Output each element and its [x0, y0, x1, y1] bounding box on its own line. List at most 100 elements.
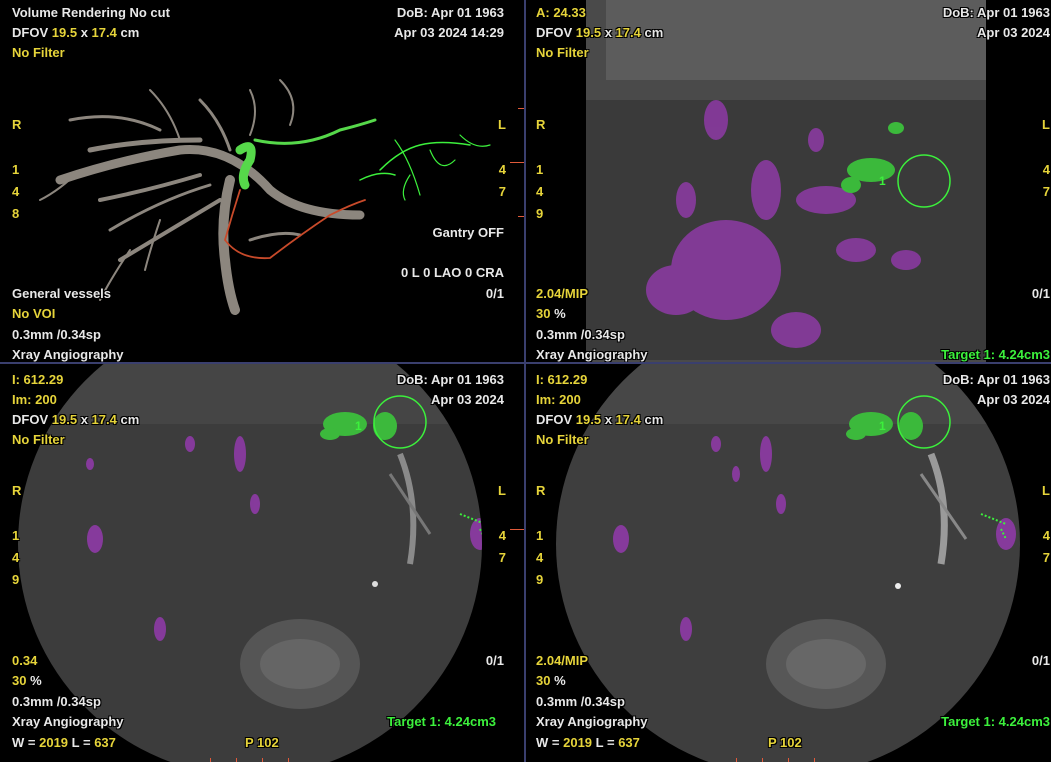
viewport-volume-rendering[interactable]: Volume Rendering No cut DFOV 19.5 x 17.4… — [0, 0, 524, 380]
slice-spacing: 0.3mm /0.34sp — [536, 327, 625, 342]
viewport-axial-slice[interactable]: 1 I: 612.29 Im: 200 DFOV 19.5 x 17.4 cm … — [0, 364, 524, 762]
scale-num-2: 4 — [536, 184, 544, 199]
scale-num-2: 4 — [536, 550, 544, 565]
orientation-left: L — [1042, 483, 1050, 498]
study-date: Apr 03 2024 — [977, 25, 1050, 40]
study-date: Apr 03 2024 — [431, 392, 504, 407]
scale-num-r1: 4 — [498, 162, 506, 177]
view-title: Volume Rendering No cut — [12, 5, 170, 20]
dfov-unit: cm — [644, 412, 664, 427]
slab-thickness: 2.04/MIP — [536, 286, 589, 301]
scale-num-r2: 7 — [1042, 550, 1050, 565]
percent-unit: % — [554, 306, 566, 321]
scale-num-1: 1 — [12, 528, 20, 543]
im-value: 200 — [35, 392, 57, 407]
dfov-unit: cm — [120, 25, 140, 40]
volume-rendering-image[interactable] — [0, 0, 524, 380]
intensity-header: I: 612.29 — [536, 372, 588, 387]
ruler-tick — [510, 162, 524, 163]
window-value: 2019 — [563, 735, 593, 750]
scale-num-3: 8 — [12, 206, 20, 221]
dfov-sep: x — [80, 412, 88, 427]
viewport-divider-horizontal[interactable] — [0, 362, 1051, 364]
im-label: Im: — [536, 392, 556, 407]
percent-value: 30 — [12, 673, 27, 688]
orientation-right: R — [536, 117, 546, 132]
orientation-left: L — [498, 117, 506, 132]
dfov-readout: DFOV 19.5 x 17.4 cm — [12, 23, 139, 43]
image-number: Im: 200 — [12, 390, 57, 410]
ruler-tick — [288, 758, 289, 762]
patient-dob: DoB: Apr 01 1963 — [942, 372, 1050, 387]
level-label: L = — [71, 735, 91, 750]
scale-num-2: 4 — [12, 550, 20, 565]
scale-num-r1: 4 — [1042, 162, 1050, 177]
study-date: Apr 03 2024 — [977, 392, 1050, 407]
scale-num-3: 9 — [536, 206, 544, 221]
frame-counter: 0/1 — [485, 653, 504, 668]
scale-num-1: 1 — [12, 162, 20, 177]
scale-num-r2: 7 — [498, 184, 506, 199]
level-value: 637 — [618, 735, 640, 750]
ruler-tick — [210, 758, 211, 762]
percent-unit: % — [554, 673, 566, 688]
dfov-sep: x — [80, 25, 88, 40]
scale-num-2: 4 — [12, 184, 20, 199]
filter-status: No Filter — [536, 45, 589, 60]
target-volume: Target 1: 4.24cm3 — [387, 714, 496, 729]
dfov-width: 19.5 — [51, 25, 78, 40]
scale-num-r1: 4 — [498, 528, 506, 543]
viewport-axial-mip[interactable]: 1 I: 612.29 Im: 200 DFOV 19.5 x 17.4 cm … — [526, 364, 1050, 762]
ruler-tick — [236, 758, 237, 762]
study-date: Apr 03 2024 14:29 — [394, 25, 504, 40]
target-volume: Target 1: 4.24cm3 — [941, 714, 1050, 729]
orientation-right: R — [12, 483, 22, 498]
scale-num-r1: 4 — [1042, 528, 1050, 543]
dfov-width: 19.5 — [575, 412, 602, 427]
dfov-height: 17.4 — [615, 412, 641, 427]
protocol-name: General vessels — [12, 286, 112, 301]
dfov-height: 17.4 — [91, 25, 117, 40]
filter-status: No Filter — [536, 432, 589, 447]
percent-value: 30 — [536, 306, 551, 321]
orientation-right: R — [12, 117, 22, 132]
dfov-label: DFOV — [536, 412, 573, 427]
frame-counter: 0/1 — [485, 286, 504, 301]
scale-num-1: 1 — [536, 162, 544, 177]
percent-value: 30 — [536, 673, 551, 688]
dfov-readout: DFOV 19.5 x 17.4 cm — [536, 410, 663, 430]
orientation-left: L — [1042, 117, 1050, 132]
window-level: W = 2019 L = 637 — [536, 733, 640, 753]
slab-thickness: 2.04/MIP — [536, 653, 589, 668]
patient-dob: DoB: Apr 01 1963 — [396, 372, 504, 387]
annotation-header: A: 24.33 — [536, 5, 586, 20]
window-label: W = — [536, 735, 560, 750]
filter-status: No Filter — [12, 432, 65, 447]
dfov-label: DFOV — [12, 25, 49, 40]
gantry-status: Gantry OFF — [432, 225, 504, 240]
mip-image[interactable]: 1 — [526, 0, 1050, 380]
scale-num-1: 1 — [536, 528, 544, 543]
ruler-tick — [762, 758, 763, 762]
dfov-width: 19.5 — [575, 25, 602, 40]
dfov-unit: cm — [120, 412, 140, 427]
target-marker: 1 — [879, 174, 886, 188]
dfov-height: 17.4 — [615, 25, 641, 40]
voi-status: No VOI — [12, 306, 56, 321]
scale-num-r2: 7 — [1042, 184, 1050, 199]
scale-num-3: 9 — [12, 572, 20, 587]
opacity-percent: 30 % — [536, 304, 566, 324]
modality: Xray Angiography — [12, 714, 124, 729]
level-label: L = — [595, 735, 615, 750]
slab-thickness: 0.34 — [12, 653, 38, 668]
dfov-sep: x — [604, 25, 612, 40]
window-level: W = 2019 L = 637 — [12, 733, 116, 753]
viewport-mip[interactable]: 1 A: 24.33 DFOV 19.5 x 17.4 cm No Filter… — [526, 0, 1050, 380]
ruler-tick — [510, 529, 524, 530]
slice-spacing: 0.3mm /0.34sp — [12, 327, 101, 342]
orientation-right: R — [536, 483, 546, 498]
patient-dob: DoB: Apr 01 1963 — [942, 5, 1050, 20]
ruler-tick — [736, 758, 737, 762]
viewport-divider-vertical[interactable] — [524, 0, 526, 762]
ruler-tick — [814, 758, 815, 762]
